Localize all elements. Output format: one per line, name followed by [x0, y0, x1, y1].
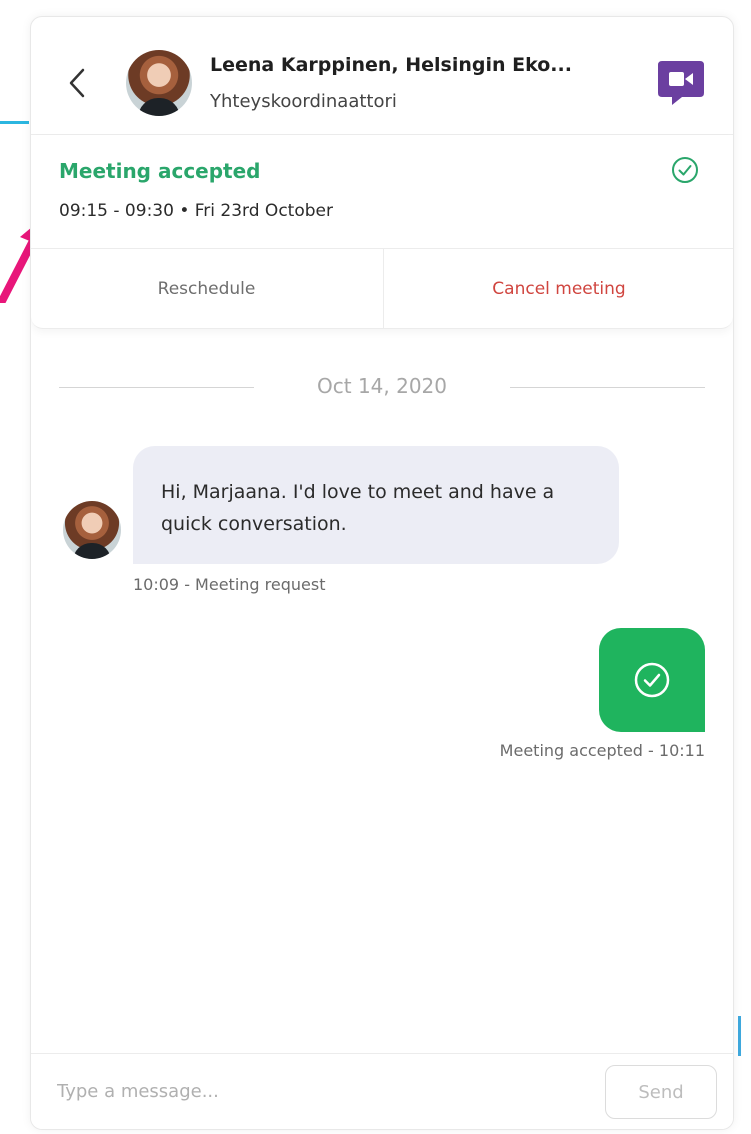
chat-header: Leena Karppinen, Helsingin Eko... Yhteys… [31, 17, 733, 135]
message-meta: Meeting accepted - 10:11 [499, 741, 705, 760]
check-circle-icon [634, 662, 670, 698]
message-input[interactable] [49, 1068, 605, 1114]
reschedule-button[interactable]: Reschedule [31, 249, 382, 329]
contact-avatar[interactable] [126, 50, 192, 116]
cancel-meeting-button[interactable]: Cancel meeting [383, 249, 733, 329]
incoming-message-bubble: Hi, Marjaana. I'd love to meet and have … [133, 446, 619, 564]
meeting-status: Meeting accepted [59, 159, 261, 183]
video-call-icon[interactable] [656, 57, 706, 107]
message-composer: Send [31, 1053, 733, 1129]
check-circle-icon [672, 157, 698, 183]
meeting-actions: Reschedule Cancel meeting [31, 248, 733, 329]
meeting-time: 09:15 - 09:30 • Fri 23rd October [59, 201, 333, 221]
back-arrow-icon[interactable] [65, 67, 89, 99]
send-button[interactable]: Send [605, 1065, 717, 1119]
contact-name: Leena Karppinen, Helsingin Eko... [210, 54, 572, 76]
contact-role: Yhteyskoordinaattori [210, 91, 397, 112]
date-label: Oct 14, 2020 [317, 374, 447, 398]
sender-avatar [63, 501, 121, 559]
message-meta: 10:09 - Meeting request [133, 575, 326, 594]
outgoing-message-bubble [599, 628, 705, 732]
annotation-line [0, 121, 29, 124]
meeting-card: Meeting accepted 09:15 - 09:30 • Fri 23r… [31, 135, 733, 329]
divider-line [510, 387, 705, 388]
chat-panel: Leena Karppinen, Helsingin Eko... Yhteys… [30, 16, 734, 1130]
annotation-bracket [738, 1016, 747, 1056]
date-separator: Oct 14, 2020 [59, 372, 705, 402]
